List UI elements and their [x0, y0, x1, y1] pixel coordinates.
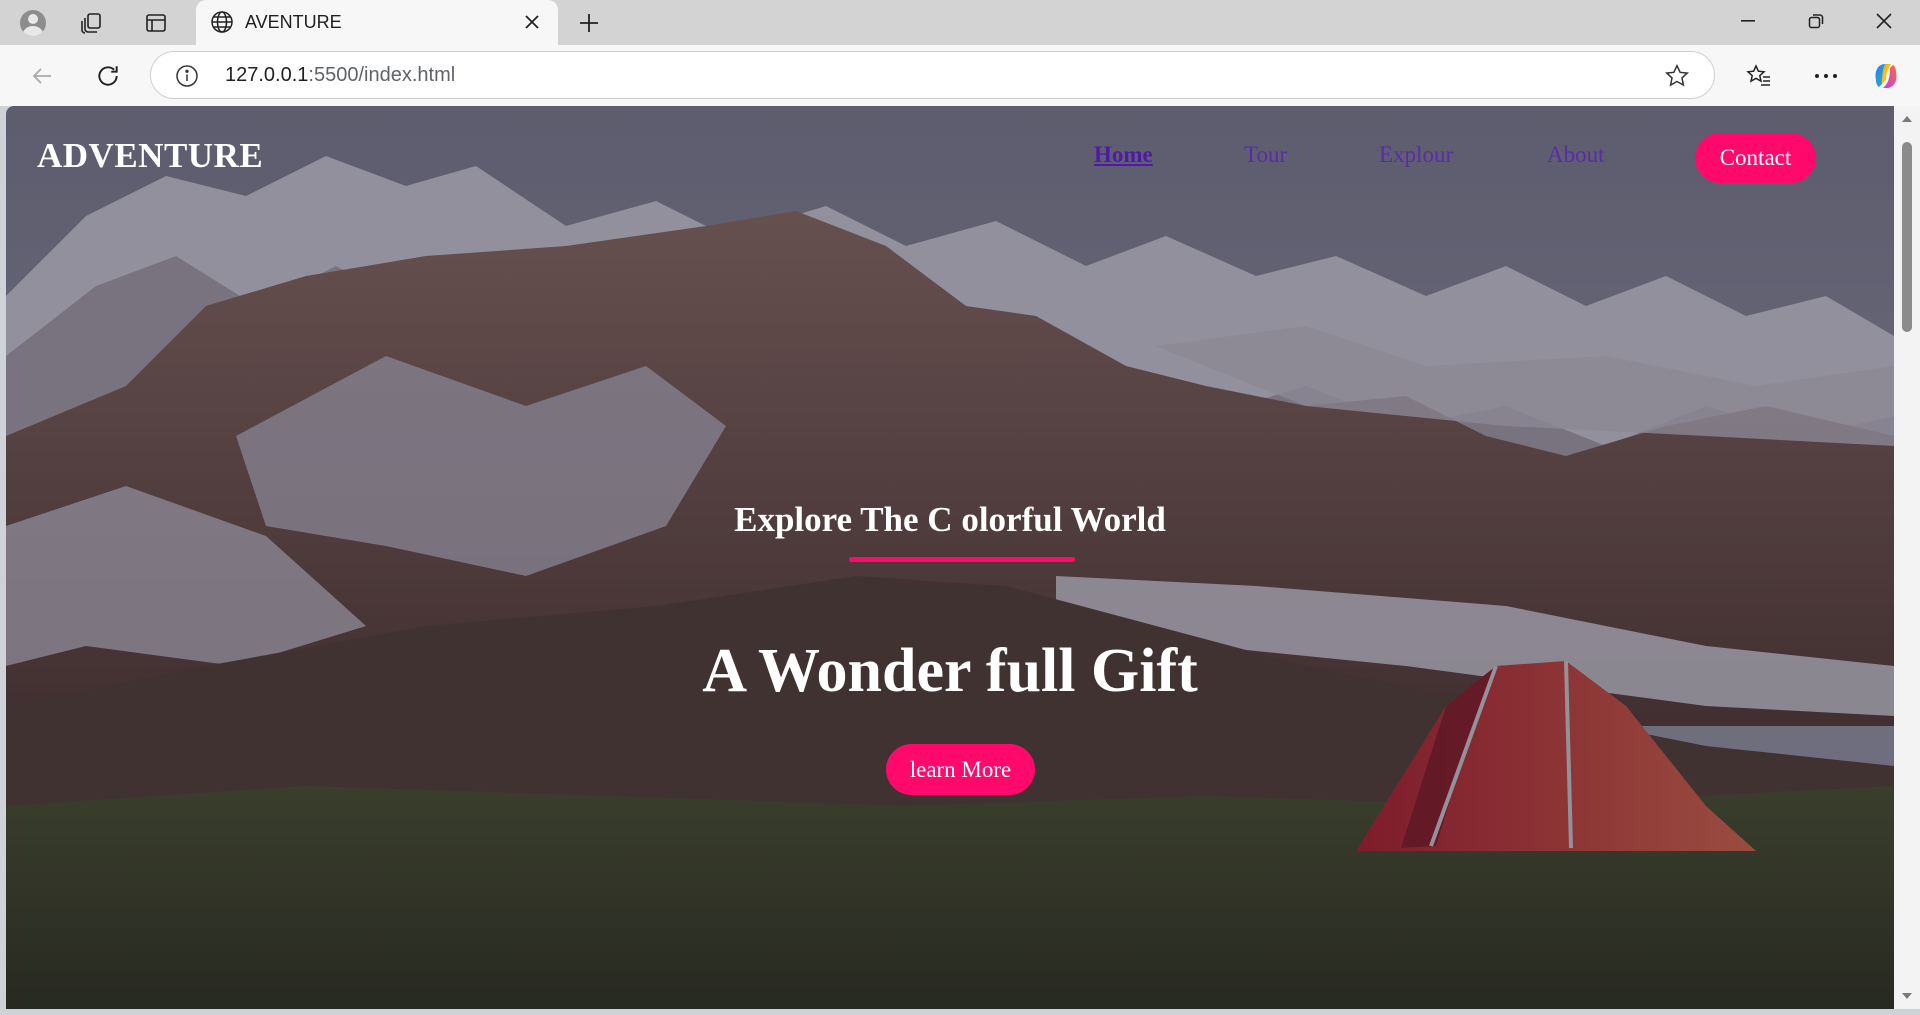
nav-tour[interactable]: Tour — [1244, 142, 1287, 168]
restore-icon[interactable] — [1782, 0, 1850, 42]
nav-explour[interactable]: Explour — [1379, 142, 1453, 168]
nav-home[interactable]: Home — [1094, 142, 1153, 168]
minimize-icon[interactable] — [1714, 0, 1782, 42]
more-icon[interactable] — [1806, 56, 1846, 96]
reload-icon[interactable] — [88, 56, 128, 96]
star-icon[interactable] — [1664, 63, 1690, 89]
address-toolbar: 127.0.0.1:5500/index.html — [0, 45, 1920, 106]
workspaces-icon[interactable] — [73, 4, 111, 42]
page-viewport: ADVENTURE Home Tour Explour About Contac… — [6, 106, 1894, 1009]
page-scrollbar[interactable] — [1894, 106, 1920, 1009]
subtitle-underline — [849, 557, 1075, 562]
favorites-icon[interactable] — [1739, 56, 1779, 96]
learn-more-button[interactable]: learn More — [886, 744, 1035, 795]
url-path: :5500/index.html — [308, 64, 456, 86]
window-bottom-edge — [0, 1009, 1920, 1015]
browser-tab-bar: AVENTURE — [0, 0, 1920, 45]
close-icon[interactable] — [520, 10, 544, 34]
scroll-up-icon[interactable] — [1902, 116, 1912, 122]
info-icon[interactable] — [175, 64, 199, 88]
window-close-icon[interactable] — [1850, 0, 1918, 42]
copilot-icon[interactable] — [1866, 56, 1906, 96]
site-logo[interactable]: ADVENTURE — [37, 136, 263, 176]
scrollbar-thumb[interactable] — [1902, 142, 1912, 332]
nav-about[interactable]: About — [1547, 142, 1605, 168]
url-input[interactable]: 127.0.0.1:5500/index.html — [150, 51, 1715, 99]
profile-icon[interactable] — [14, 4, 52, 42]
scroll-down-icon[interactable] — [1902, 993, 1912, 999]
back-arrow-icon[interactable] — [22, 56, 62, 96]
hero-subtitle: Explore The C olorful World — [734, 500, 1166, 539]
plus-icon[interactable] — [570, 4, 608, 42]
url-text: 127.0.0.1:5500/index.html — [225, 64, 455, 87]
hero-headline: A Wonder full Gift — [702, 637, 1198, 705]
contact-button[interactable]: Contact — [1695, 133, 1816, 183]
url-host: 127.0.0.1 — [225, 64, 309, 86]
globe-icon — [211, 11, 233, 33]
active-tab[interactable]: AVENTURE — [196, 0, 558, 45]
tab-actions-icon[interactable] — [137, 4, 175, 42]
tab-title: AVENTURE — [245, 12, 342, 32]
